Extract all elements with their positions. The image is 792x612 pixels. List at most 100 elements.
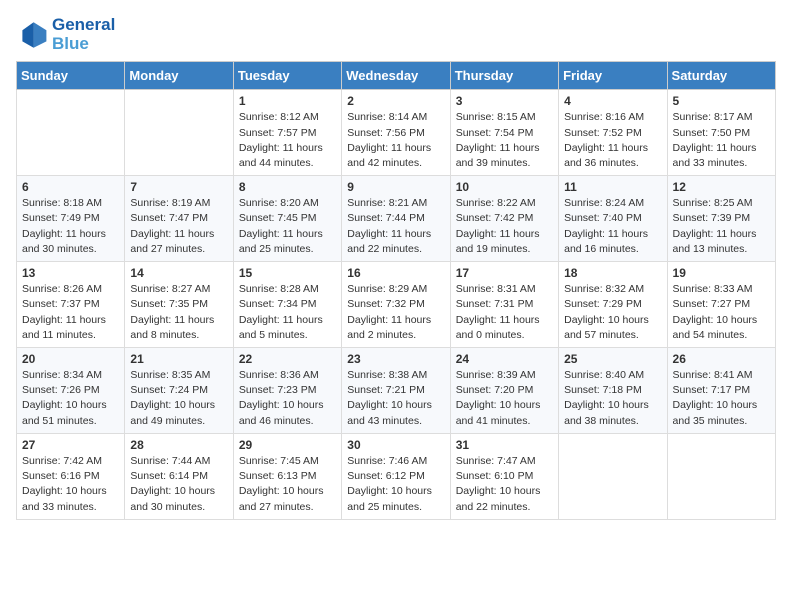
day-info: Sunrise: 8:15 AMSunset: 7:54 PMDaylight:…	[456, 110, 553, 171]
day-info: Sunrise: 7:45 AMSunset: 6:13 PMDaylight:…	[239, 454, 336, 515]
day-number: 8	[239, 180, 336, 194]
calendar-cell: 11Sunrise: 8:24 AMSunset: 7:40 PMDayligh…	[559, 176, 667, 262]
day-number: 19	[673, 266, 770, 280]
calendar-cell: 29 Sunrise: 7:45 AMSunset: 6:13 PMDayligh…	[233, 433, 341, 519]
calendar-cell: 27Sunrise: 7:42 AMSunset: 6:16 PMDayligh…	[17, 433, 125, 519]
day-info: Sunrise: 8:29 AMSunset: 7:32 PMDaylight:…	[347, 282, 444, 343]
day-number: 10	[456, 180, 553, 194]
calendar-cell: 1 Sunrise: 8:12 AMSunset: 7:57 PMDaylight…	[233, 90, 341, 176]
calendar-cell: 10 Sunrise: 8:22 AMSunset: 7:42 PMDayligh…	[450, 176, 558, 262]
calendar-table: SundayMondayTuesdayWednesdayThursdayFrid…	[16, 61, 776, 519]
calendar-cell: 26Sunrise: 8:41 AMSunset: 7:17 PMDayligh…	[667, 348, 775, 434]
day-info: Sunrise: 8:20 AMSunset: 7:45 PMDaylight:…	[239, 196, 336, 257]
day-number: 15	[239, 266, 336, 280]
calendar-cell: 25 Sunrise: 8:40 AMSunset: 7:18 PMDayligh…	[559, 348, 667, 434]
day-number: 13	[22, 266, 119, 280]
day-info: Sunrise: 8:18 AMSunset: 7:49 PMDaylight:…	[22, 196, 119, 257]
day-number: 31	[456, 438, 553, 452]
day-number: 14	[130, 266, 227, 280]
column-header-tuesday: Tuesday	[233, 62, 341, 90]
day-info: Sunrise: 8:41 AMSunset: 7:17 PMDaylight:…	[673, 368, 770, 429]
day-number: 22	[239, 352, 336, 366]
calendar-cell	[667, 433, 775, 519]
day-info: Sunrise: 8:31 AMSunset: 7:31 PMDaylight:…	[456, 282, 553, 343]
calendar-cell: 24 Sunrise: 8:39 AMSunset: 7:20 PMDayligh…	[450, 348, 558, 434]
calendar-cell	[125, 90, 233, 176]
day-info: Sunrise: 8:27 AMSunset: 7:35 PMDaylight:…	[130, 282, 227, 343]
calendar-cell: 21 Sunrise: 8:35 AMSunset: 7:24 PMDayligh…	[125, 348, 233, 434]
calendar-cell: 2Sunrise: 8:14 AMSunset: 7:56 PMDaylight…	[342, 90, 450, 176]
day-info: Sunrise: 8:19 AMSunset: 7:47 PMDaylight:…	[130, 196, 227, 257]
calendar-cell: 23 Sunrise: 8:38 AMSunset: 7:21 PMDayligh…	[342, 348, 450, 434]
calendar-week-1: 1 Sunrise: 8:12 AMSunset: 7:57 PMDaylight…	[17, 90, 776, 176]
calendar-cell: 12 Sunrise: 8:25 AMSunset: 7:39 PMDayligh…	[667, 176, 775, 262]
day-number: 28	[130, 438, 227, 452]
calendar-week-5: 27Sunrise: 7:42 AMSunset: 6:16 PMDayligh…	[17, 433, 776, 519]
day-info: Sunrise: 8:17 AMSunset: 7:50 PMDaylight:…	[673, 110, 770, 171]
calendar-cell	[559, 433, 667, 519]
day-info: Sunrise: 8:26 AMSunset: 7:37 PMDaylight:…	[22, 282, 119, 343]
calendar-cell: 5 Sunrise: 8:17 AMSunset: 7:50 PMDaylight…	[667, 90, 775, 176]
page-header: General Blue	[16, 16, 776, 53]
day-number: 2	[347, 94, 444, 108]
day-number: 24	[456, 352, 553, 366]
calendar-cell: 30 Sunrise: 7:46 AMSunset: 6:12 PMDayligh…	[342, 433, 450, 519]
column-header-sunday: Sunday	[17, 62, 125, 90]
day-info: Sunrise: 8:39 AMSunset: 7:20 PMDaylight:…	[456, 368, 553, 429]
calendar-cell: 6 Sunrise: 8:18 AMSunset: 7:49 PMDaylight…	[17, 176, 125, 262]
calendar-week-3: 13 Sunrise: 8:26 AMSunset: 7:37 PMDayligh…	[17, 262, 776, 348]
day-number: 5	[673, 94, 770, 108]
calendar-cell: 17 Sunrise: 8:31 AMSunset: 7:31 PMDayligh…	[450, 262, 558, 348]
calendar-week-2: 6 Sunrise: 8:18 AMSunset: 7:49 PMDaylight…	[17, 176, 776, 262]
day-number: 23	[347, 352, 444, 366]
day-info: Sunrise: 7:47 AMSunset: 6:10 PMDaylight:…	[456, 454, 553, 515]
day-number: 7	[130, 180, 227, 194]
day-number: 21	[130, 352, 227, 366]
calendar-cell: 20Sunrise: 8:34 AMSunset: 7:26 PMDayligh…	[17, 348, 125, 434]
calendar-body: 1 Sunrise: 8:12 AMSunset: 7:57 PMDaylight…	[17, 90, 776, 519]
day-number: 20	[22, 352, 119, 366]
column-header-monday: Monday	[125, 62, 233, 90]
day-info: Sunrise: 8:40 AMSunset: 7:18 PMDaylight:…	[564, 368, 661, 429]
day-info: Sunrise: 7:46 AMSunset: 6:12 PMDaylight:…	[347, 454, 444, 515]
calendar-cell	[17, 90, 125, 176]
day-info: Sunrise: 7:44 AMSunset: 6:14 PMDaylight:…	[130, 454, 227, 515]
day-info: Sunrise: 8:12 AMSunset: 7:57 PMDaylight:…	[239, 110, 336, 171]
day-number: 18	[564, 266, 661, 280]
column-header-thursday: Thursday	[450, 62, 558, 90]
day-info: Sunrise: 8:33 AMSunset: 7:27 PMDaylight:…	[673, 282, 770, 343]
day-info: Sunrise: 8:25 AMSunset: 7:39 PMDaylight:…	[673, 196, 770, 257]
day-number: 17	[456, 266, 553, 280]
calendar-cell: 15 Sunrise: 8:28 AMSunset: 7:34 PMDayligh…	[233, 262, 341, 348]
calendar-cell: 28 Sunrise: 7:44 AMSunset: 6:14 PMDayligh…	[125, 433, 233, 519]
day-number: 30	[347, 438, 444, 452]
calendar-cell: 4Sunrise: 8:16 AMSunset: 7:52 PMDaylight…	[559, 90, 667, 176]
calendar-cell: 22 Sunrise: 8:36 AMSunset: 7:23 PMDayligh…	[233, 348, 341, 434]
day-info: Sunrise: 8:28 AMSunset: 7:34 PMDaylight:…	[239, 282, 336, 343]
day-info: Sunrise: 8:38 AMSunset: 7:21 PMDaylight:…	[347, 368, 444, 429]
day-number: 6	[22, 180, 119, 194]
calendar-cell: 9 Sunrise: 8:21 AMSunset: 7:44 PMDaylight…	[342, 176, 450, 262]
calendar-week-4: 20Sunrise: 8:34 AMSunset: 7:26 PMDayligh…	[17, 348, 776, 434]
day-info: Sunrise: 8:21 AMSunset: 7:44 PMDaylight:…	[347, 196, 444, 257]
calendar-cell: 3Sunrise: 8:15 AMSunset: 7:54 PMDaylight…	[450, 90, 558, 176]
calendar-cell: 18 Sunrise: 8:32 AMSunset: 7:29 PMDayligh…	[559, 262, 667, 348]
day-number: 25	[564, 352, 661, 366]
day-info: Sunrise: 8:32 AMSunset: 7:29 PMDaylight:…	[564, 282, 661, 343]
column-header-saturday: Saturday	[667, 62, 775, 90]
day-number: 29	[239, 438, 336, 452]
logo: General Blue	[16, 16, 115, 53]
calendar-cell: 14 Sunrise: 8:27 AMSunset: 7:35 PMDayligh…	[125, 262, 233, 348]
day-number: 12	[673, 180, 770, 194]
day-info: Sunrise: 8:36 AMSunset: 7:23 PMDaylight:…	[239, 368, 336, 429]
day-number: 9	[347, 180, 444, 194]
day-info: Sunrise: 7:42 AMSunset: 6:16 PMDaylight:…	[22, 454, 119, 515]
day-number: 11	[564, 180, 661, 194]
logo-icon	[16, 19, 48, 51]
calendar-cell: 7 Sunrise: 8:19 AMSunset: 7:47 PMDaylight…	[125, 176, 233, 262]
day-info: Sunrise: 8:35 AMSunset: 7:24 PMDaylight:…	[130, 368, 227, 429]
day-number: 16	[347, 266, 444, 280]
day-number: 1	[239, 94, 336, 108]
day-info: Sunrise: 8:22 AMSunset: 7:42 PMDaylight:…	[456, 196, 553, 257]
day-number: 4	[564, 94, 661, 108]
